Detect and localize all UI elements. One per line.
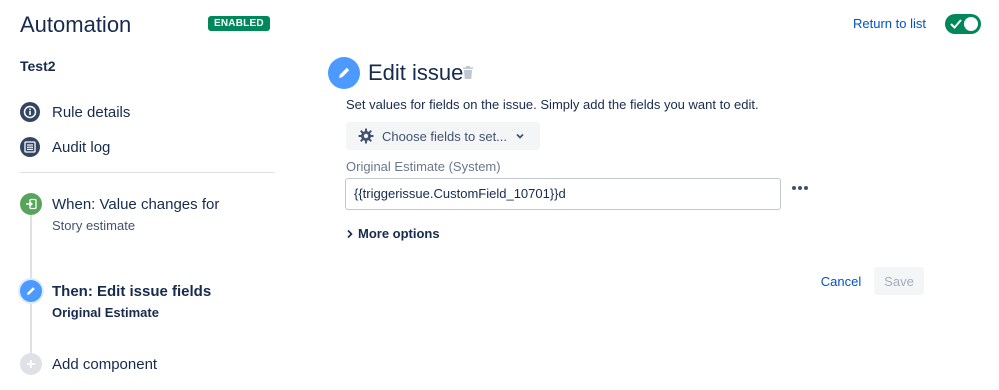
nav-label: Audit log <box>52 138 111 156</box>
divider <box>20 172 275 173</box>
page-title: Automation <box>20 12 132 37</box>
info-icon <box>20 102 40 122</box>
more-actions-icon[interactable] <box>792 186 808 190</box>
status-badge: ENABLED <box>208 16 270 31</box>
gear-icon <box>358 128 374 144</box>
save-button[interactable]: Save <box>874 267 924 295</box>
field-label: Original Estimate (System) <box>346 159 501 174</box>
enable-toggle[interactable] <box>945 14 981 34</box>
nav-item-rule-details[interactable]: Rule details <box>20 102 130 122</box>
original-estimate-field[interactable]: {{triggerissue.CustomField_10701}}d <box>345 178 781 210</box>
step-title: When: Value changes for <box>52 196 220 213</box>
nav-item-audit-log[interactable]: Audit log <box>20 137 110 157</box>
choose-fields-button[interactable]: Choose fields to set... <box>346 122 540 150</box>
editor-title: Edit issue <box>368 60 464 85</box>
chevron-down-icon <box>515 131 525 141</box>
timeline-step-trigger[interactable]: When: Value changes for Story estimate <box>20 193 219 233</box>
list-icon <box>20 137 40 157</box>
editor-description: Set values for fields on the issue. Simp… <box>346 97 759 112</box>
toggle-knob <box>964 17 978 31</box>
plus-icon <box>20 353 42 375</box>
edit-issue-icon <box>328 57 360 89</box>
pencil-icon <box>20 280 42 302</box>
more-options-toggle[interactable]: More options <box>346 226 440 241</box>
add-component-label: Add component <box>52 355 158 373</box>
step-subtitle: Original Estimate <box>52 305 159 320</box>
more-options-label: More options <box>358 226 440 241</box>
add-component-button[interactable]: Add component <box>20 353 157 375</box>
step-title: Then: Edit issue fields <box>52 283 212 300</box>
return-to-list-link[interactable]: Return to list <box>853 16 926 31</box>
nav-label: Rule details <box>52 103 131 121</box>
timeline-step-action[interactable]: Then: Edit issue fields Original Estimat… <box>20 280 211 320</box>
choose-fields-label: Choose fields to set... <box>382 128 508 144</box>
trigger-icon <box>20 193 42 215</box>
rule-name: Test2 <box>20 58 56 74</box>
cancel-button[interactable]: Cancel <box>812 268 870 294</box>
check-icon <box>950 19 962 29</box>
chevron-right-icon <box>346 229 354 239</box>
trash-icon[interactable] <box>462 66 474 85</box>
step-subtitle: Story estimate <box>52 218 136 233</box>
